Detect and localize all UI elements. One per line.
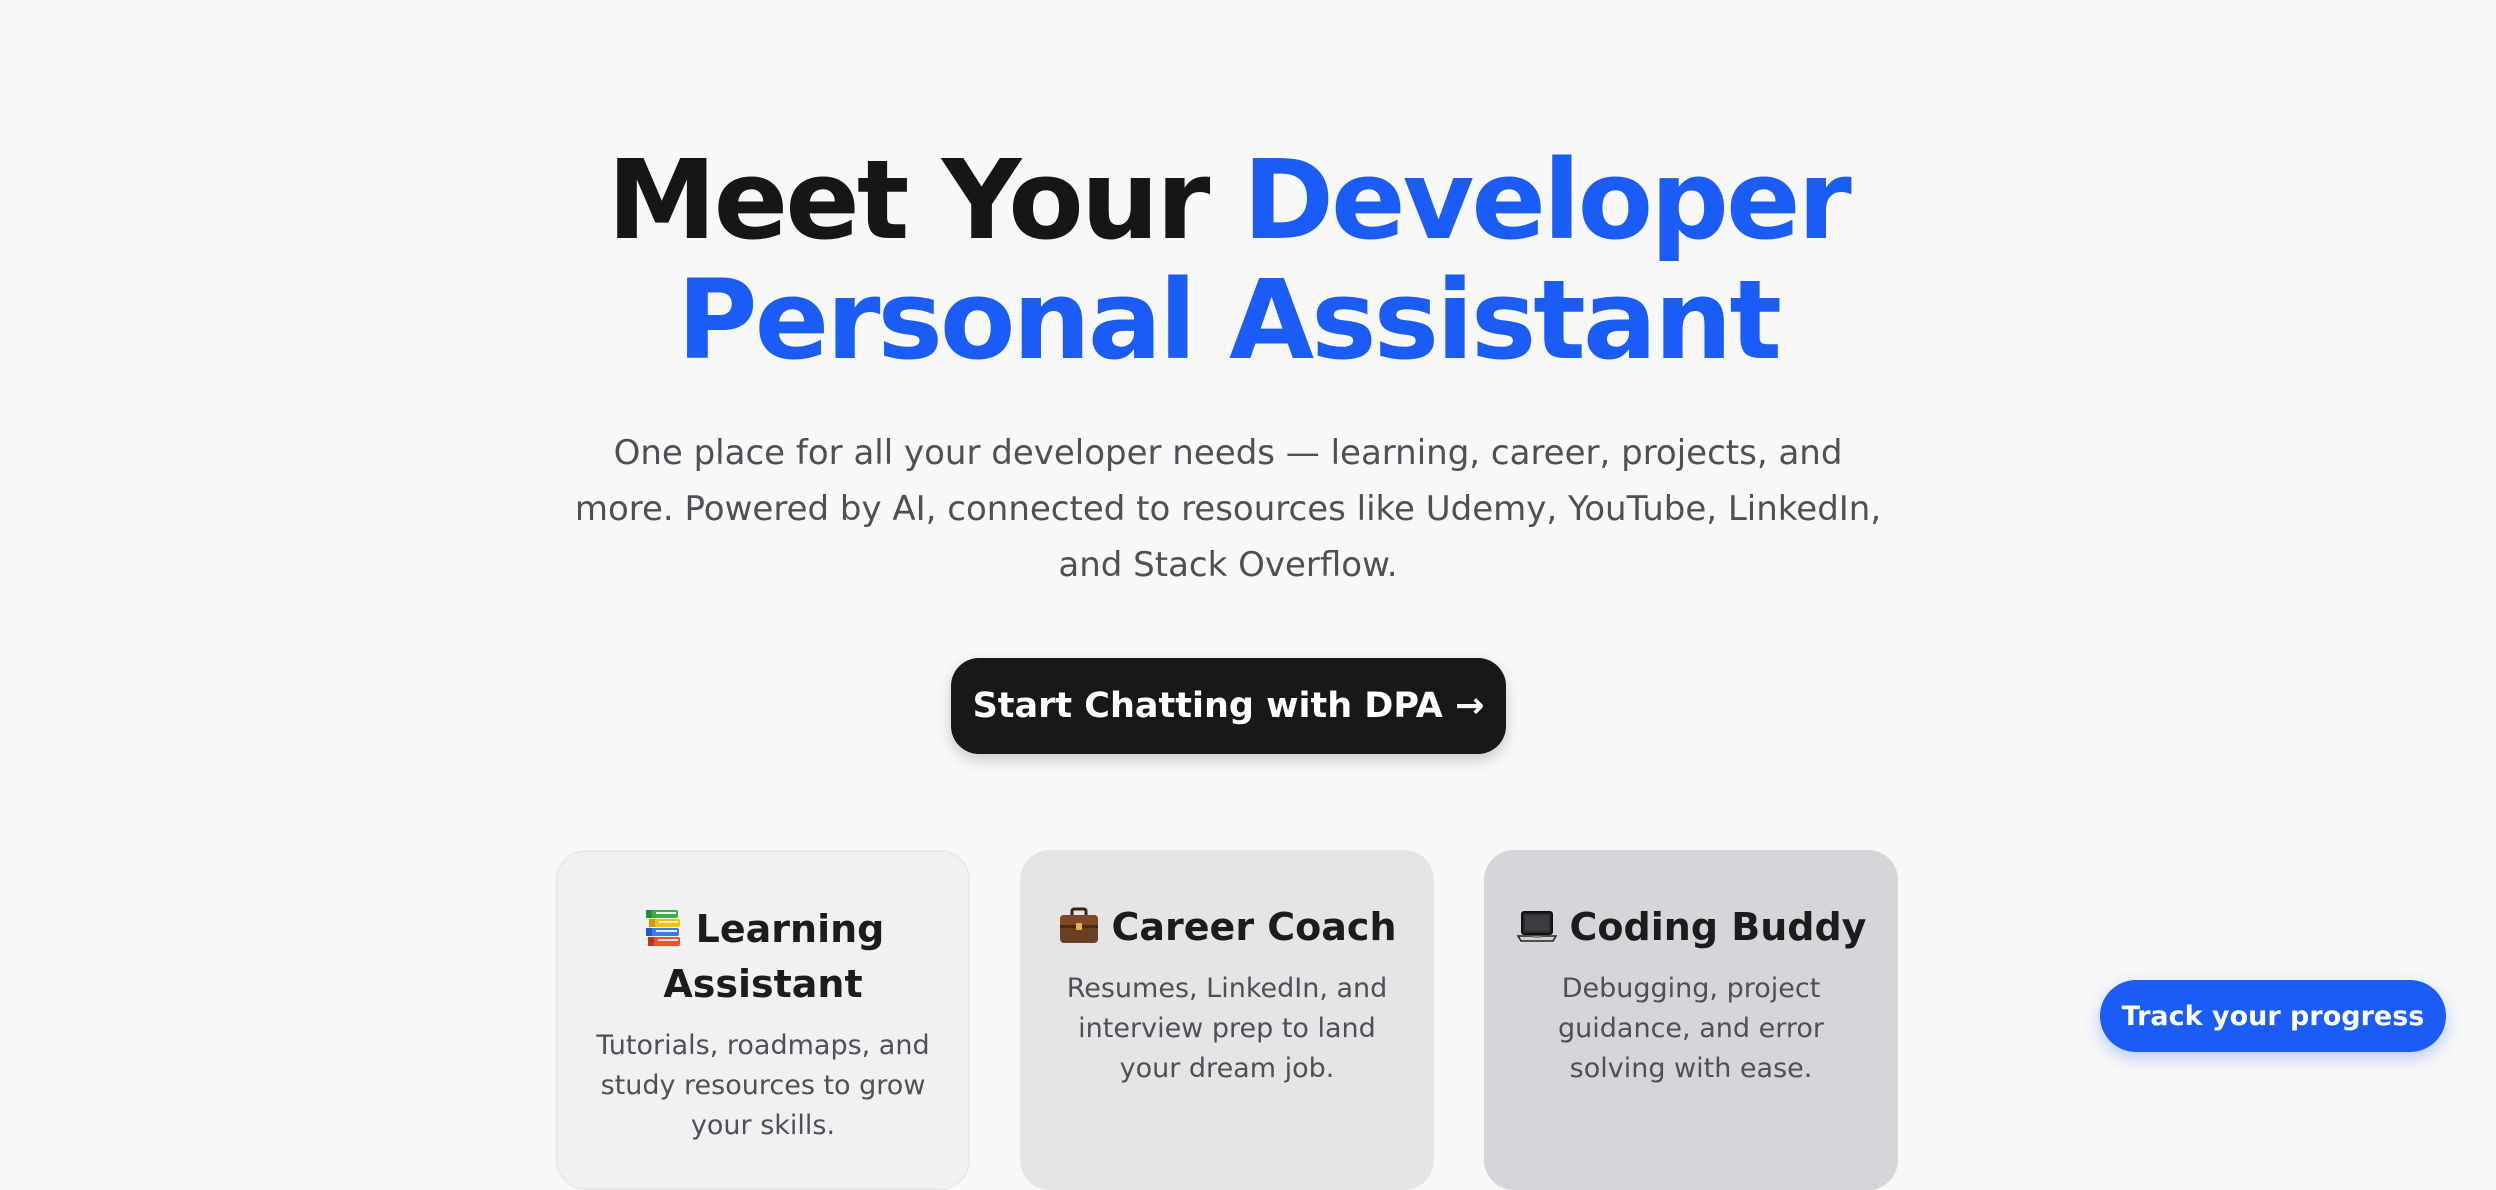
feature-card-title: Career Coach	[1048, 900, 1406, 955]
feature-card-career-coach[interactable]: Career Coach Resumes, LinkedIn, and inte…	[1020, 850, 1434, 1190]
feature-card-title-text: Career Coach	[1111, 905, 1397, 949]
hero-title-dark: Meet Your	[607, 136, 1243, 264]
hero-title: Meet Your Developer Personal Assistant	[0, 140, 2456, 380]
books-icon	[642, 908, 684, 948]
feature-card-title-text: Coding Buddy	[1569, 905, 1867, 949]
hero-subtitle: One place for all your developer needs —…	[574, 433, 1882, 585]
start-chatting-button[interactable]: Start Chatting with DPA →	[951, 658, 1506, 754]
laptop-icon	[1516, 906, 1558, 946]
feature-card-title-text: Learning Assistant	[663, 907, 885, 1006]
feature-card-title: Coding Buddy	[1512, 900, 1870, 955]
briefcase-icon	[1058, 906, 1100, 946]
hero-title-accent-2: Personal Assistant	[676, 256, 1782, 384]
feature-card-description: Resumes, LinkedIn, and interview prep to…	[1066, 973, 1388, 1084]
feature-card-description: Tutorials, roadmaps, and study resources…	[596, 1030, 930, 1141]
feature-card-learning-assistant[interactable]: Learning Assistant Tutorials, roadmaps, …	[556, 850, 970, 1190]
feature-card-coding-buddy[interactable]: Coding Buddy Debugging, project guidance…	[1484, 850, 1898, 1190]
hero-title-accent-1: Developer	[1242, 136, 1852, 264]
track-progress-button[interactable]: Track your progress	[2100, 980, 2446, 1052]
feature-card-title: Learning Assistant	[586, 902, 940, 1012]
feature-card-description: Debugging, project guidance, and error s…	[1558, 973, 1824, 1084]
